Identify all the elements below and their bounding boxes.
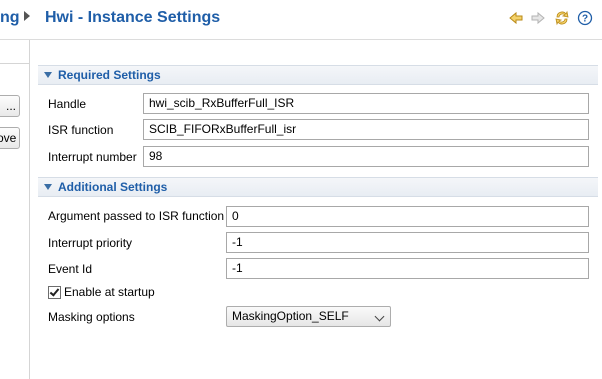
- editor-header: ng Hwi - Instance Settings ?: [0, 0, 602, 40]
- left-panel: ... ove: [0, 40, 30, 379]
- help-icon[interactable]: ?: [576, 9, 594, 27]
- check-mark-icon: [49, 285, 60, 297]
- breadcrumb-previous[interactable]: ng: [0, 9, 20, 27]
- required-settings-header[interactable]: Required Settings: [38, 65, 598, 85]
- handle-field[interactable]: hwi_scib_RxBufferFull_ISR: [143, 93, 589, 114]
- enable-at-startup-row[interactable]: Enable at startup: [48, 285, 155, 299]
- isr-argument-label: Argument passed to ISR function: [48, 209, 225, 223]
- interrupt-priority-label: Interrupt priority: [48, 236, 133, 250]
- forward-arrow-icon[interactable]: [529, 9, 547, 27]
- masking-options-select[interactable]: MaskingOption_SELF: [226, 306, 391, 327]
- sync-icon[interactable]: [553, 9, 571, 27]
- svg-text:?: ?: [582, 14, 588, 25]
- page-title: Hwi - Instance Settings: [45, 9, 221, 26]
- handle-label: Handle: [48, 97, 87, 111]
- enable-at-startup-checkbox[interactable]: [48, 285, 61, 299]
- isr-argument-field[interactable]: 0: [226, 206, 589, 227]
- left-panel-divider: [0, 63, 30, 64]
- collapse-triangle-icon[interactable]: [44, 72, 52, 78]
- required-settings-title: Required Settings: [58, 68, 161, 82]
- additional-settings-title: Additional Settings: [58, 180, 168, 194]
- remove-button[interactable]: ove: [0, 127, 20, 149]
- back-arrow-icon[interactable]: [507, 9, 525, 27]
- interrupt-number-field[interactable]: 98: [143, 146, 589, 167]
- event-id-field[interactable]: -1: [226, 258, 589, 279]
- browse-button[interactable]: ...: [0, 95, 20, 117]
- chevron-down-icon: [374, 311, 385, 322]
- masking-options-value: MaskingOption_SELF: [232, 309, 349, 323]
- enable-at-startup-label: Enable at startup: [64, 285, 155, 299]
- isr-function-field[interactable]: SCIB_FIFORxBufferFull_isr: [143, 119, 589, 140]
- event-id-label: Event Id: [48, 262, 93, 276]
- masking-options-label: Masking options: [48, 310, 135, 324]
- interrupt-priority-field[interactable]: -1: [226, 232, 589, 253]
- breadcrumb-separator-icon: [24, 11, 30, 21]
- additional-settings-header[interactable]: Additional Settings: [38, 177, 598, 197]
- collapse-triangle-icon[interactable]: [44, 184, 52, 190]
- isr-function-label: ISR function: [48, 123, 114, 137]
- interrupt-number-label: Interrupt number: [48, 150, 137, 164]
